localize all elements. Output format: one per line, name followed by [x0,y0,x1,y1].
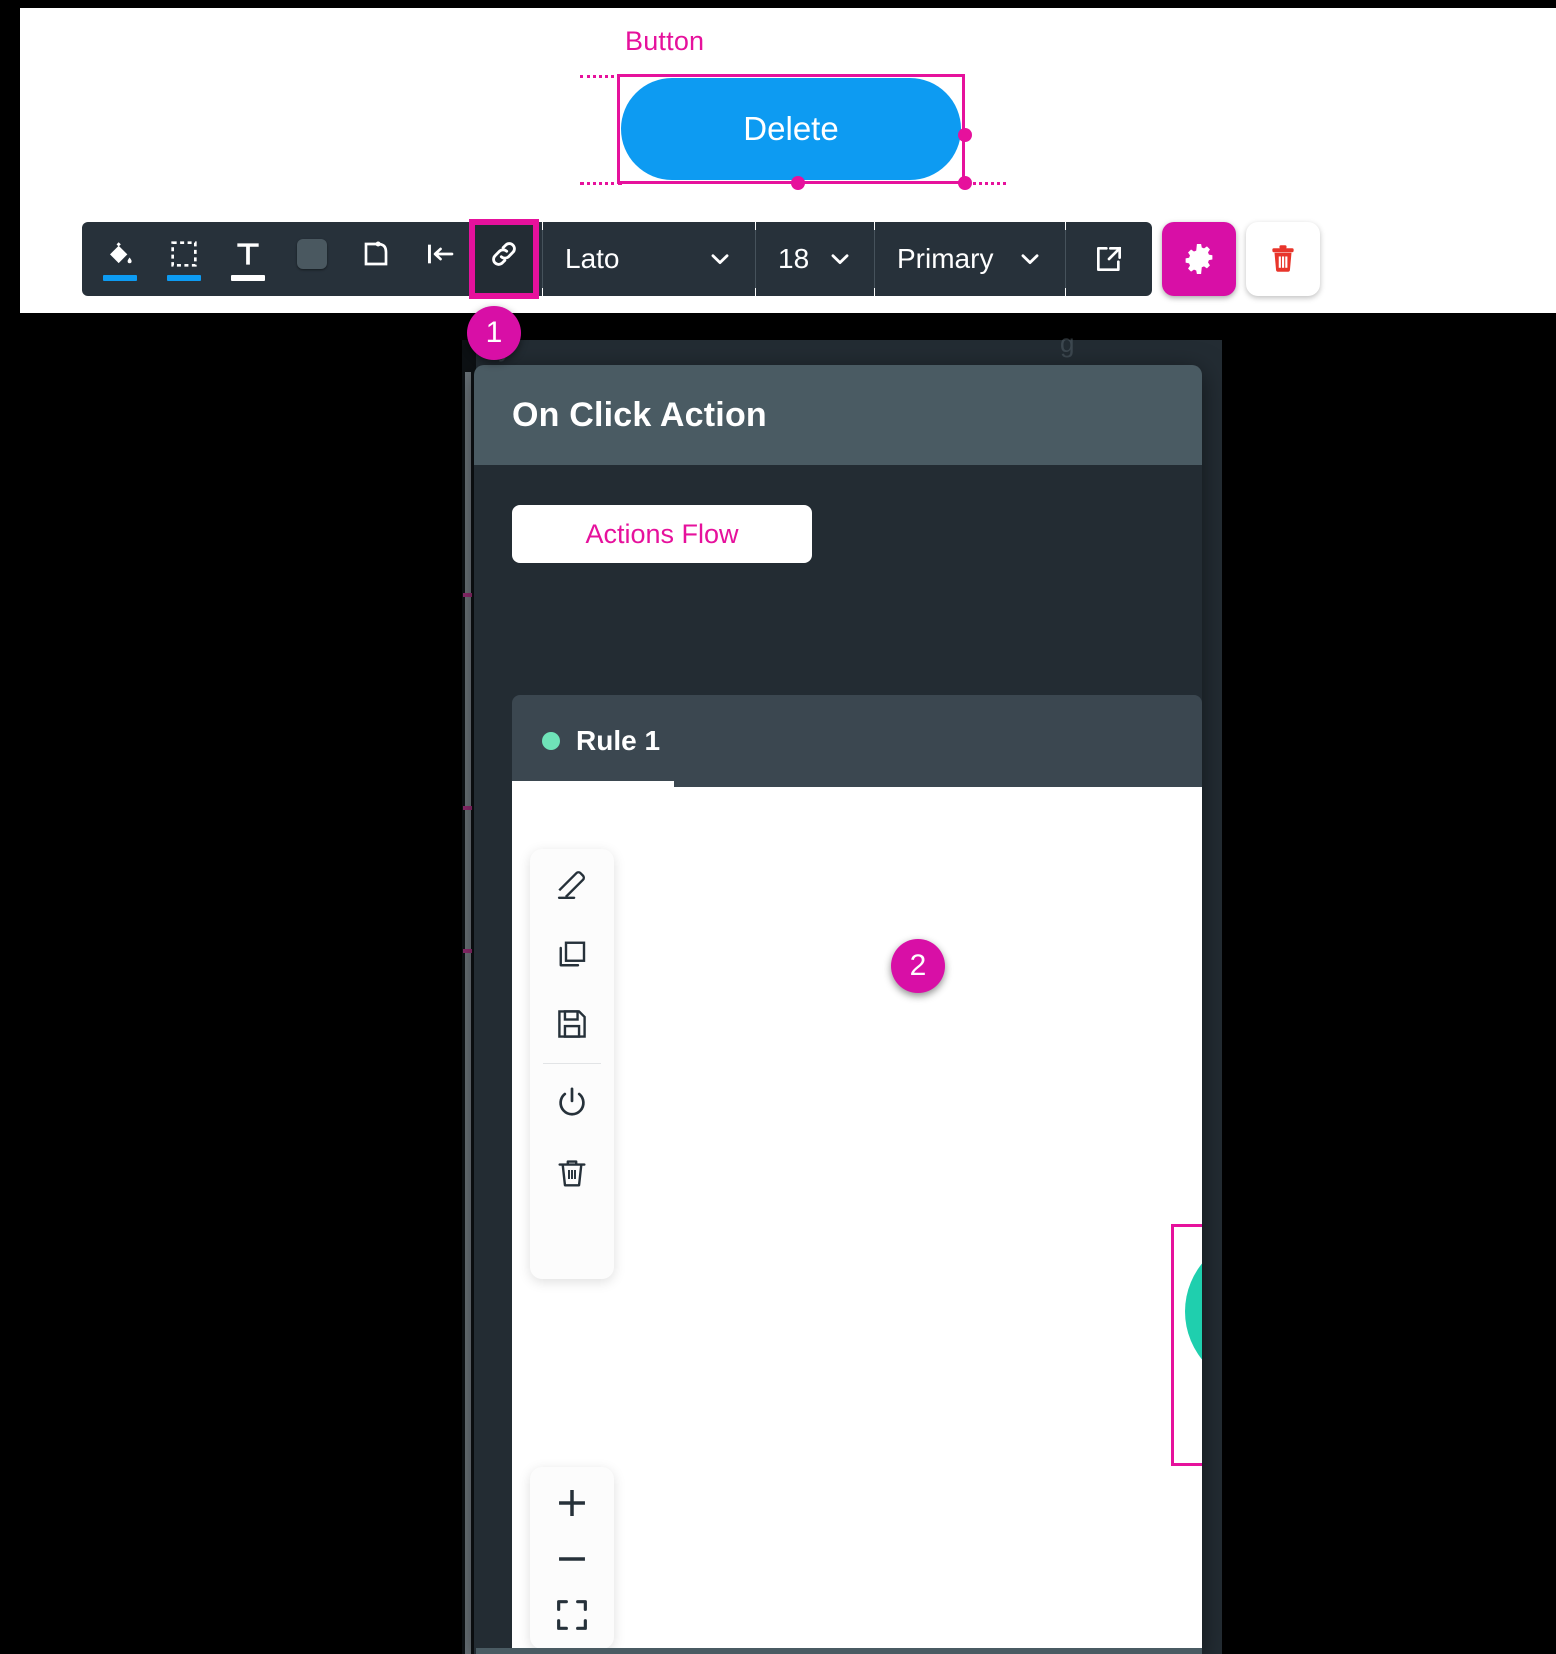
on-click-action-modal: On Click Action Actions Flow Rule 1 [474,365,1202,1654]
toggle-node-power-button[interactable] [530,1068,614,1138]
modal-header: On Click Action [474,365,1202,465]
corner-radius-underline [359,275,393,281]
align-left-button[interactable] [408,222,472,296]
tab-actions-flow[interactable]: Actions Flow [512,505,812,563]
power-icon [559,1087,585,1116]
modal-bottom-bar [476,1648,1202,1654]
selection-type-label: Button [625,26,705,56]
font-size-select[interactable]: 18 [756,222,874,296]
text-color-swatch [231,274,265,281]
link-underline [487,276,521,282]
text-color-icon [237,242,259,265]
font-family-value: Lato [565,243,620,274]
format-tool-group [82,219,542,299]
background-text-right: g [1060,328,1075,358]
rail-divider [543,1063,601,1064]
link-icon [492,241,516,266]
settings-button[interactable] [1162,222,1236,296]
save-icon [558,1010,586,1038]
chevron-down-icon [831,254,849,265]
fill-color-swatch [103,274,137,281]
zoom-out-icon [559,1557,585,1561]
open-external-button[interactable] [1066,222,1152,296]
actions-flow-canvas[interactable]: Start [512,787,1202,1654]
fit-to-screen-icon [557,1600,587,1630]
save-node-button[interactable] [530,989,614,1059]
rule-label: Rule 1 [576,725,661,756]
shadow-swatch-icon [297,238,327,269]
selected-widget-wrapper: Button Delete [580,26,1006,190]
fill-color-button[interactable] [88,222,152,296]
style-variant-select[interactable]: Primary [875,222,1065,296]
selection-guide-top [580,75,620,78]
background-scrollbar[interactable] [465,372,471,1654]
canvas-zoom-rail [530,1467,614,1649]
zoom-in-button[interactable] [530,1475,614,1531]
step-badge-2: 2 [891,939,945,993]
rule-tab-rule-1[interactable]: Rule 1 [512,695,1202,787]
trash-icon [558,1160,586,1187]
shadow-style-button[interactable] [280,222,344,296]
screen-root: Button Delete Lato 18 Primary g On Click… [0,0,1556,1654]
fill-color-icon [110,241,132,263]
modal-body: Actions Flow Rule 1 [474,465,1202,1654]
border-color-icon [171,240,197,267]
border-color-swatch [167,274,201,281]
delete-widget-button[interactable] [1246,222,1320,296]
modal-title: On Click Action [512,395,767,434]
shadow-swatch-underline [295,274,329,280]
background-marker-3 [463,949,472,953]
step-badge-1: 1 [467,306,521,360]
chevron-down-icon [1021,254,1039,265]
open-external-icon [1097,247,1121,271]
corner-radius-button[interactable] [344,222,408,296]
border-color-button[interactable] [152,222,216,296]
duplicate-icon [559,941,586,967]
edit-node-button[interactable] [530,849,614,919]
chevron-down-icon [711,254,729,265]
text-color-button[interactable] [216,222,280,296]
resize-handle-bottom[interactable] [791,176,805,190]
node-tool-rail [530,849,614,1279]
start-node-button[interactable] [1185,1235,1202,1389]
background-marker-1 [463,593,472,597]
corner-radius-icon [364,240,388,265]
zoom-out-button[interactable] [530,1531,614,1587]
gear-icon [1185,244,1213,274]
delete-node-button[interactable] [530,1138,614,1208]
font-family-select[interactable]: Lato [543,222,755,296]
rule-status-dot [542,732,560,750]
edit-icon [557,871,585,899]
selection-guide-bottom-left [580,182,622,185]
format-toolbar: Lato 18 Primary [82,219,1320,299]
font-size-value: 18 [778,243,810,274]
style-variant-value: Primary [897,243,994,274]
trash-icon [1272,245,1294,272]
zoom-in-icon [559,1490,585,1516]
fit-to-screen-button[interactable] [530,1587,614,1643]
resize-handle-corner[interactable] [958,176,972,190]
link-action-button[interactable] [469,219,539,299]
tab-actions-flow-label: Actions Flow [585,518,739,549]
selection-bounding-box [617,74,965,184]
background-marker-2 [463,806,472,810]
duplicate-node-button[interactable] [530,919,614,989]
resize-handle-right[interactable] [958,128,972,142]
align-left-icon [428,244,454,263]
flow-node-start[interactable]: Start [1171,1224,1202,1466]
align-left-underline [423,275,457,281]
